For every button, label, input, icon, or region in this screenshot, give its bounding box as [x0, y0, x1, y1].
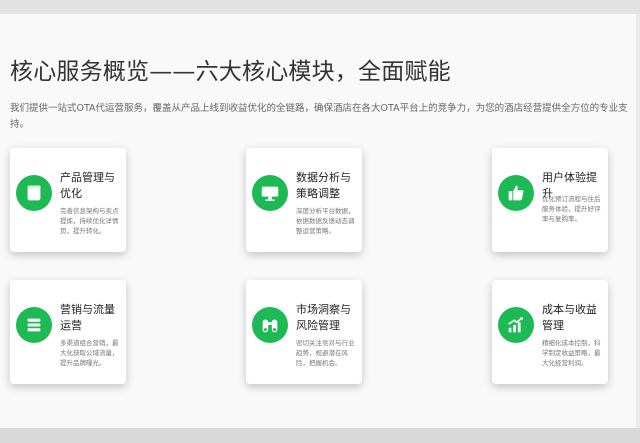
- module-title: 成本与收益管理: [542, 303, 597, 332]
- module-desc: 优化预订流程与住后服务体验，提升好评率与复购率。: [542, 195, 601, 223]
- module-title: 营销与流量运营: [60, 303, 115, 332]
- module-desc: 深度分析平台数据，依据数据反馈动态调整运营策略。: [296, 207, 355, 235]
- module-card-market: 市场洞察与风险管理 密切关注竞对与行业趋势，规避潜在风险，把握机会。: [246, 280, 362, 384]
- chart-up-icon: [498, 307, 534, 343]
- module-desc: 多渠道组合营销，最大化获取公域流量，提升品牌曝光。: [60, 339, 119, 367]
- module-card-data: 数据分析与策略调整 深度分析平台数据，依据数据反馈动态调整运营策略。: [246, 148, 362, 252]
- monitor-icon: [252, 175, 288, 211]
- square-icon: [16, 175, 52, 211]
- slide-canvas: 核心服务概览——六大核心模块，全面赋能 我们提供一站式OTA代运营服务，覆盖从产…: [0, 14, 636, 428]
- list-icon: [16, 307, 52, 343]
- page-title: 核心服务概览——六大核心模块，全面赋能: [10, 59, 451, 85]
- module-desc: 完善信息架构与卖点提炼，持续优化详情页，提升转化。: [60, 207, 119, 235]
- module-card-product: 产品管理与优化 完善信息架构与卖点提炼，持续优化详情页，提升转化。: [10, 148, 126, 252]
- module-card-ux: 用户体验提升 优化预订流程与住后服务体验，提升好评率与复购率。: [492, 148, 608, 252]
- binoculars-icon: [252, 307, 288, 343]
- module-card-revenue: 成本与收益管理 精细化成本控制，科学制定收益策略，最大化经营利润。: [492, 280, 608, 384]
- module-title: 数据分析与策略调整: [296, 171, 351, 200]
- bottom-bar: [0, 428, 640, 443]
- module-title: 市场洞察与风险管理: [296, 303, 351, 332]
- module-desc: 密切关注竞对与行业趋势，规避潜在风险，把握机会。: [296, 339, 355, 367]
- top-bar: [0, 0, 640, 14]
- module-title: 产品管理与优化: [60, 171, 115, 200]
- module-card-marketing: 营销与流量运营 多渠道组合营销，最大化获取公域流量，提升品牌曝光。: [10, 280, 126, 384]
- intro-text: 我们提供一站式OTA代运营服务，覆盖从产品上线到收益优化的全链路，确保酒店在各大…: [10, 103, 628, 130]
- module-desc: 精细化成本控制，科学制定收益策略，最大化经营利润。: [542, 339, 601, 367]
- thumbs-up-icon: [498, 175, 534, 211]
